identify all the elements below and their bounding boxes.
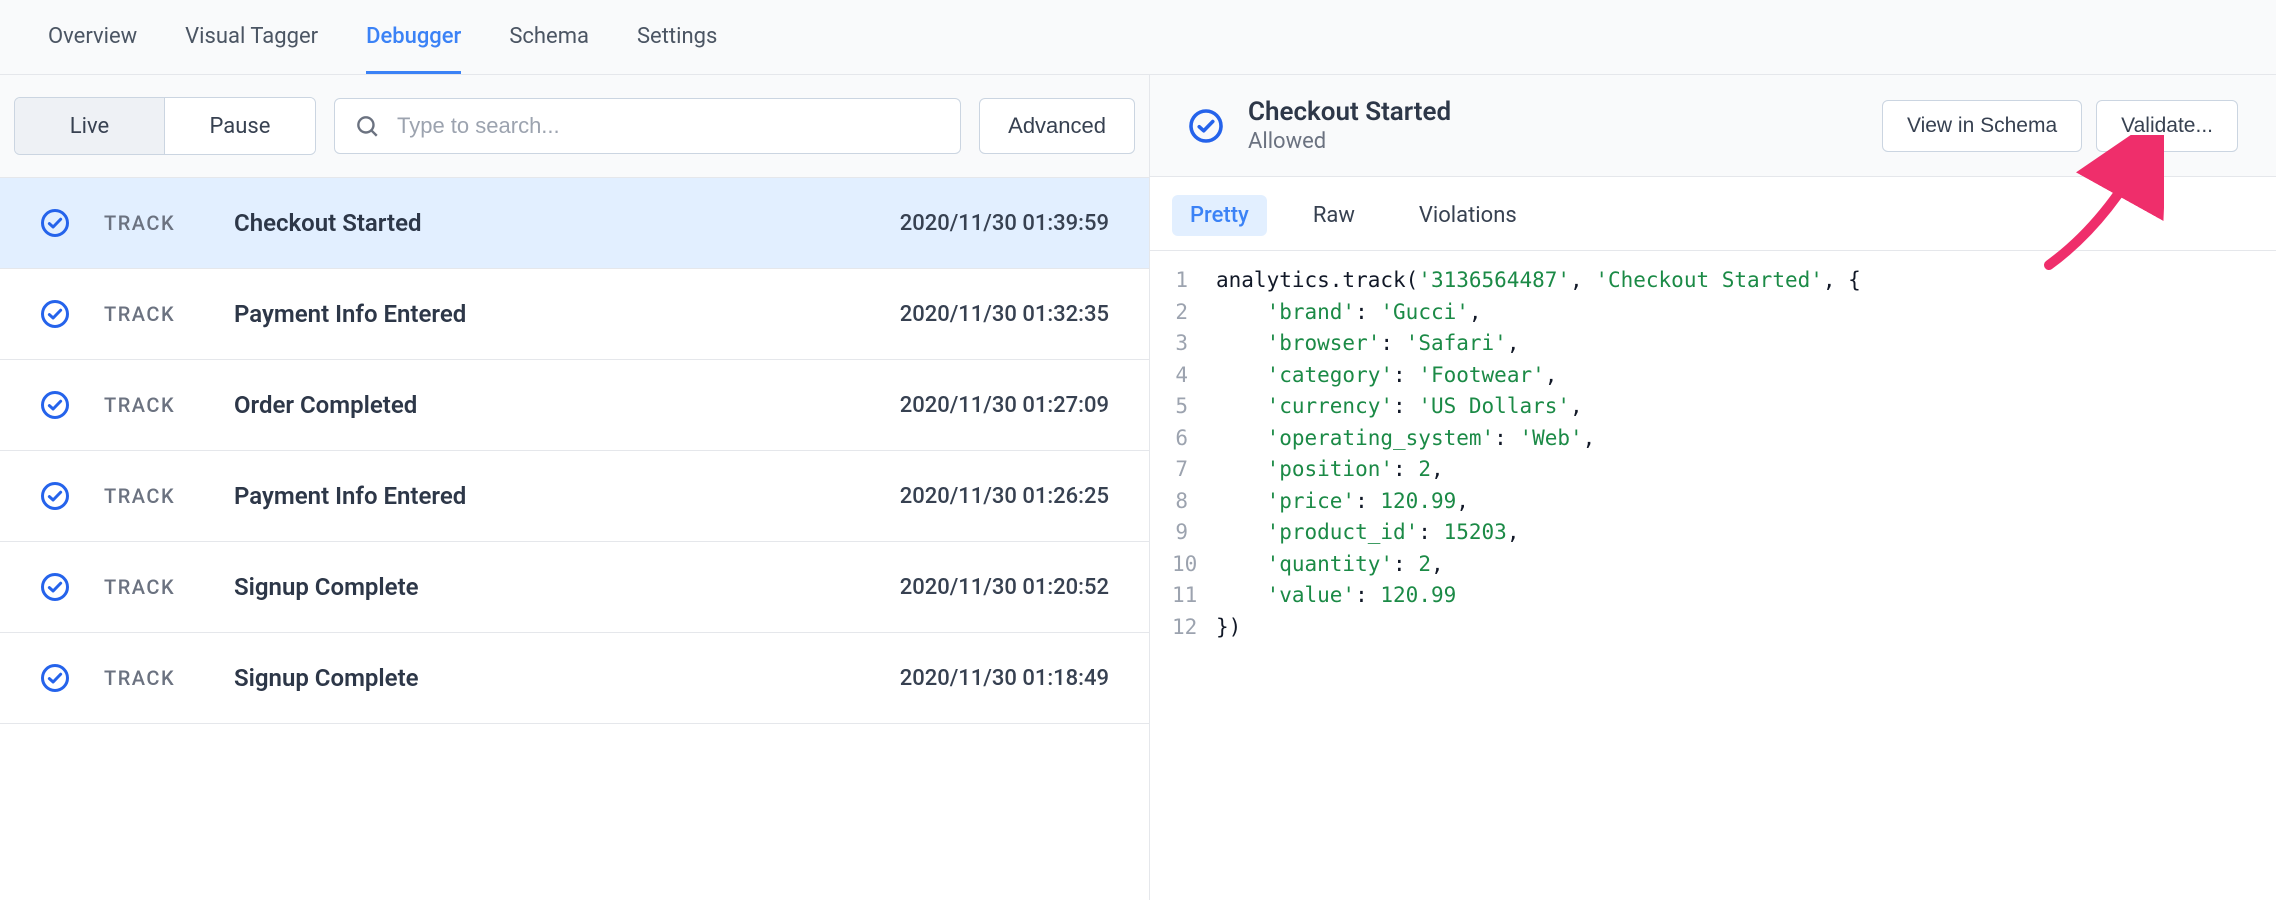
code-line: 8 'price': 120.99, [1172,486,2254,518]
search-icon [354,113,380,139]
line-number: 8 [1172,486,1216,518]
event-name: Signup Complete [234,573,900,601]
detail-title-wrap: Checkout Started Allowed [1248,97,1868,154]
code-line: 2 'brand': 'Gucci', [1172,297,2254,329]
live-button[interactable]: Live [15,98,165,154]
code-line: 9 'product_id': 15203, [1172,517,2254,549]
event-time: 2020/11/30 01:32:35 [900,302,1109,327]
code-tab-raw[interactable]: Raw [1295,195,1373,236]
live-pause-toggle: Live Pause [14,97,316,155]
event-list: TRACKCheckout Started2020/11/30 01:39:59… [0,178,1149,900]
code-line: 1analytics.track('3136564487', 'Checkout… [1172,265,2254,297]
pause-button[interactable]: Pause [165,98,315,154]
event-type: TRACK [104,393,234,417]
check-circle-icon [40,299,70,329]
code-text: 'price': 120.99, [1216,486,1469,518]
tab-settings[interactable]: Settings [637,24,717,74]
event-time: 2020/11/30 01:20:52 [900,575,1109,600]
code-pane: 1analytics.track('3136564487', 'Checkout… [1150,251,2276,900]
line-number: 10 [1172,549,1216,581]
event-row[interactable]: TRACKSignup Complete2020/11/30 01:18:49 [0,633,1149,724]
code-line: 10 'quantity': 2, [1172,549,2254,581]
code-text: 'currency': 'US Dollars', [1216,391,1583,423]
check-circle-icon [40,390,70,420]
left-toolbar: Live Pause Advanced [0,75,1149,178]
code-text: 'quantity': 2, [1216,549,1444,581]
code-text: analytics.track('3136564487', 'Checkout … [1216,265,1861,297]
line-number: 3 [1172,328,1216,360]
tab-overview[interactable]: Overview [48,24,137,74]
event-name: Payment Info Entered [234,482,900,510]
event-time: 2020/11/30 01:27:09 [900,393,1109,418]
event-row[interactable]: TRACKPayment Info Entered2020/11/30 01:2… [0,451,1149,542]
event-row[interactable]: TRACKSignup Complete2020/11/30 01:20:52 [0,542,1149,633]
code-text: 'browser': 'Safari', [1216,328,1519,360]
event-name: Signup Complete [234,664,900,692]
validate-button[interactable]: Validate... [2096,100,2238,152]
line-number: 4 [1172,360,1216,392]
check-circle-icon [1188,108,1224,144]
code-line: 5 'currency': 'US Dollars', [1172,391,2254,423]
check-circle-icon [40,481,70,511]
code-text: 'position': 2, [1216,454,1444,486]
event-name: Order Completed [234,391,900,419]
code-text: 'operating_system': 'Web', [1216,423,1595,455]
line-number: 1 [1172,265,1216,297]
advanced-button[interactable]: Advanced [979,98,1135,154]
event-name: Checkout Started [234,209,900,237]
line-number: 7 [1172,454,1216,486]
code-tabs: Pretty Raw Violations [1150,177,2276,251]
event-stream-pane: Live Pause Advanced TRACKCheckout Starte… [0,75,1150,900]
search-input[interactable] [334,98,961,154]
code-text: 'category': 'Footwear', [1216,360,1557,392]
detail-status: Allowed [1248,129,1868,154]
detail-header: Checkout Started Allowed View in Schema … [1150,75,2276,177]
event-time: 2020/11/30 01:18:49 [900,666,1109,691]
event-row[interactable]: TRACKPayment Info Entered2020/11/30 01:3… [0,269,1149,360]
check-circle-icon [40,208,70,238]
code-tab-violations[interactable]: Violations [1401,195,1535,236]
detail-title: Checkout Started [1248,97,1868,127]
code-line: 6 'operating_system': 'Web', [1172,423,2254,455]
main: Live Pause Advanced TRACKCheckout Starte… [0,75,2276,900]
code-text: }) [1216,612,1241,644]
line-number: 12 [1172,612,1216,644]
code-tab-pretty[interactable]: Pretty [1172,195,1267,236]
search-wrap [334,98,961,154]
tab-schema[interactable]: Schema [509,24,589,74]
event-type: TRACK [104,211,234,235]
code-line: 12}) [1172,612,2254,644]
event-type: TRACK [104,575,234,599]
line-number: 6 [1172,423,1216,455]
event-type: TRACK [104,484,234,508]
event-time: 2020/11/30 01:39:59 [900,211,1109,236]
code-line: 7 'position': 2, [1172,454,2254,486]
line-number: 2 [1172,297,1216,329]
code-text: 'product_id': 15203, [1216,517,1519,549]
nav-tabs: Overview Visual Tagger Debugger Schema Setti… [0,0,2276,75]
code-text: 'value': 120.99 [1216,580,1456,612]
event-name: Payment Info Entered [234,300,900,328]
event-row[interactable]: TRACKCheckout Started2020/11/30 01:39:59 [0,178,1149,269]
event-row[interactable]: TRACKOrder Completed2020/11/30 01:27:09 [0,360,1149,451]
line-number: 5 [1172,391,1216,423]
line-number: 11 [1172,580,1216,612]
code-line: 11 'value': 120.99 [1172,580,2254,612]
detail-pane: Checkout Started Allowed View in Schema … [1150,75,2276,900]
code-line: 3 'browser': 'Safari', [1172,328,2254,360]
line-number: 9 [1172,517,1216,549]
code-line: 4 'category': 'Footwear', [1172,360,2254,392]
tab-visual-tagger[interactable]: Visual Tagger [185,24,318,74]
event-time: 2020/11/30 01:26:25 [900,484,1109,509]
check-circle-icon [40,572,70,602]
event-type: TRACK [104,302,234,326]
code-text: 'brand': 'Gucci', [1216,297,1482,329]
view-in-schema-button[interactable]: View in Schema [1882,100,2082,152]
tab-debugger[interactable]: Debugger [366,24,461,74]
event-type: TRACK [104,666,234,690]
check-circle-icon [40,663,70,693]
